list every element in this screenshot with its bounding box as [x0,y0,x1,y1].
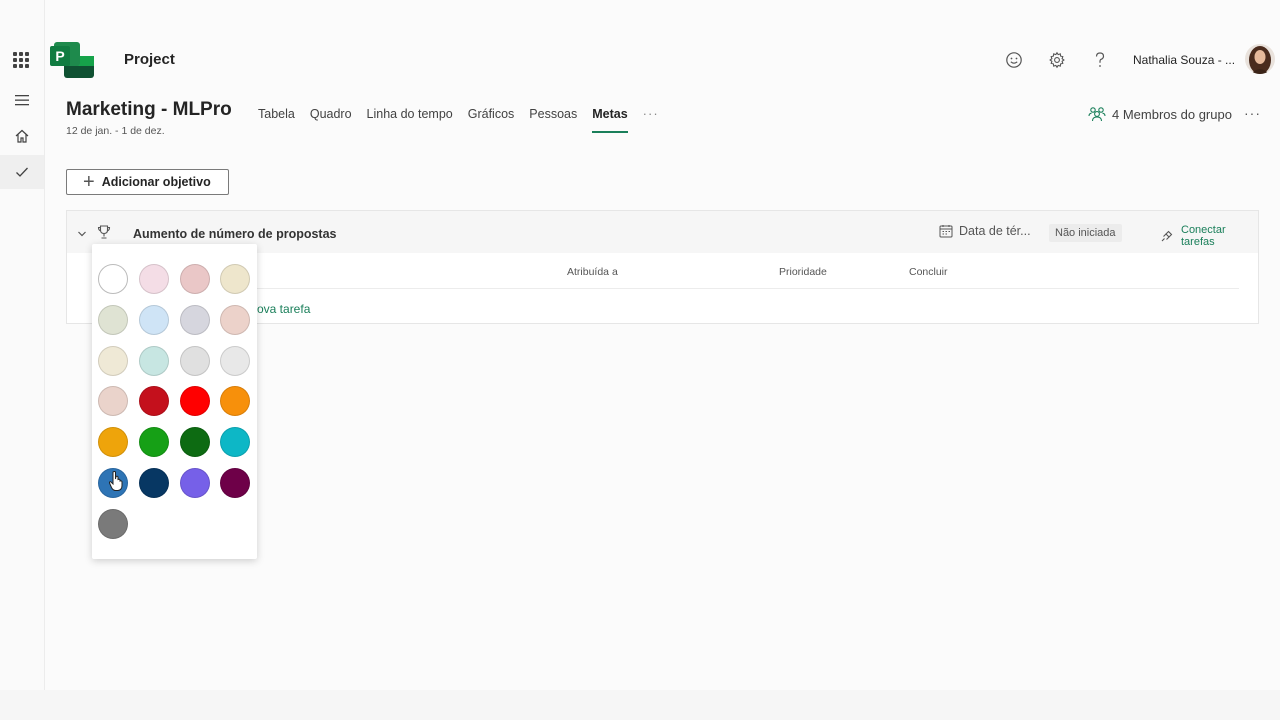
help-icon[interactable] [1090,50,1110,70]
add-objective-label: Adicionar objetivo [101,175,211,189]
avatar[interactable] [1245,44,1275,74]
link-icon [1160,229,1174,243]
color-swatch[interactable] [138,264,169,294]
column-complete: Concluir [909,266,948,278]
bottom-band [0,690,1280,720]
project-dates: 12 de jan. - 1 de dez. [66,125,165,137]
plus-icon: + [83,171,95,193]
color-swatch[interactable] [220,264,251,294]
color-swatch[interactable] [138,304,169,335]
add-task-link[interactable]: ova tarefa [257,302,310,316]
tab-tabela[interactable]: Tabela [258,105,295,133]
color-swatch[interactable] [138,468,169,498]
objective-title[interactable]: Aumento de número de propostas [133,227,337,241]
color-swatch[interactable] [98,386,128,417]
color-swatch[interactable] [179,427,210,458]
color-swatch[interactable] [179,264,210,294]
color-swatch[interactable] [220,386,251,417]
divider [237,288,1239,289]
tab-linha-do-tempo[interactable]: Linha do tempo [367,105,453,133]
color-swatch[interactable] [220,468,251,498]
project-tabs: Tabela Quadro Linha do tempo Gráficos Pe… [258,105,674,135]
connect-tasks-label: Conectar tarefas [1181,224,1226,248]
home-icon[interactable] [8,122,36,150]
app-title[interactable]: Project [124,51,175,68]
color-swatch[interactable] [138,427,169,458]
color-swatch[interactable] [98,427,128,458]
gear-icon[interactable] [1047,50,1067,70]
color-swatch[interactable] [98,468,128,498]
connect-tasks-button[interactable]: Conectar tarefas [1160,224,1258,248]
color-swatch[interactable] [138,386,169,417]
status-badge[interactable]: Não iniciada [1049,224,1122,242]
column-assigned: Atribuída a [567,266,618,278]
check-icon[interactable] [8,158,36,186]
color-swatch[interactable] [138,345,169,376]
calendar-icon [939,224,953,238]
tabs-more-button[interactable]: ··· [643,105,659,133]
color-swatch[interactable] [220,304,251,335]
trophy-icon [97,224,111,240]
chevron-down-icon[interactable] [77,226,87,237]
color-swatch[interactable] [98,304,128,335]
hamburger-icon[interactable] [8,86,36,114]
tab-pessoas[interactable]: Pessoas [529,105,577,133]
project-more-button[interactable]: ··· [1244,105,1261,121]
due-date-field[interactable]: Data de tér... [939,224,1031,238]
color-swatch[interactable] [220,427,251,458]
color-swatch[interactable] [179,304,210,335]
color-swatch[interactable] [220,345,251,376]
tab-quadro[interactable]: Quadro [310,105,352,133]
color-swatch[interactable] [179,468,210,498]
color-swatch[interactable] [98,264,128,294]
group-icon [1088,105,1106,123]
group-members-label: 4 Membros do grupo [1112,106,1232,122]
color-swatch[interactable] [98,345,128,376]
tab-graficos[interactable]: Gráficos [468,105,515,133]
left-rail [0,0,45,690]
waffle-icon[interactable] [13,52,29,68]
color-picker [92,244,257,559]
user-name[interactable]: Nathalia Souza - ... [1133,53,1235,67]
add-objective-button[interactable]: + Adicionar objetivo [66,169,229,195]
group-members-button[interactable]: 4 Membros do grupo [1088,105,1232,123]
project-logo-icon[interactable]: P [50,40,94,80]
color-swatch[interactable] [179,386,210,417]
color-swatch[interactable] [98,508,128,539]
due-date-label: Data de tér... [959,224,1031,238]
tab-metas[interactable]: Metas [592,105,629,133]
svg-text:P: P [55,48,64,64]
color-swatch[interactable] [179,345,210,376]
smiley-icon[interactable] [1004,50,1024,70]
column-priority: Prioridade [779,266,827,278]
project-name: Marketing - MLPro [66,99,232,120]
